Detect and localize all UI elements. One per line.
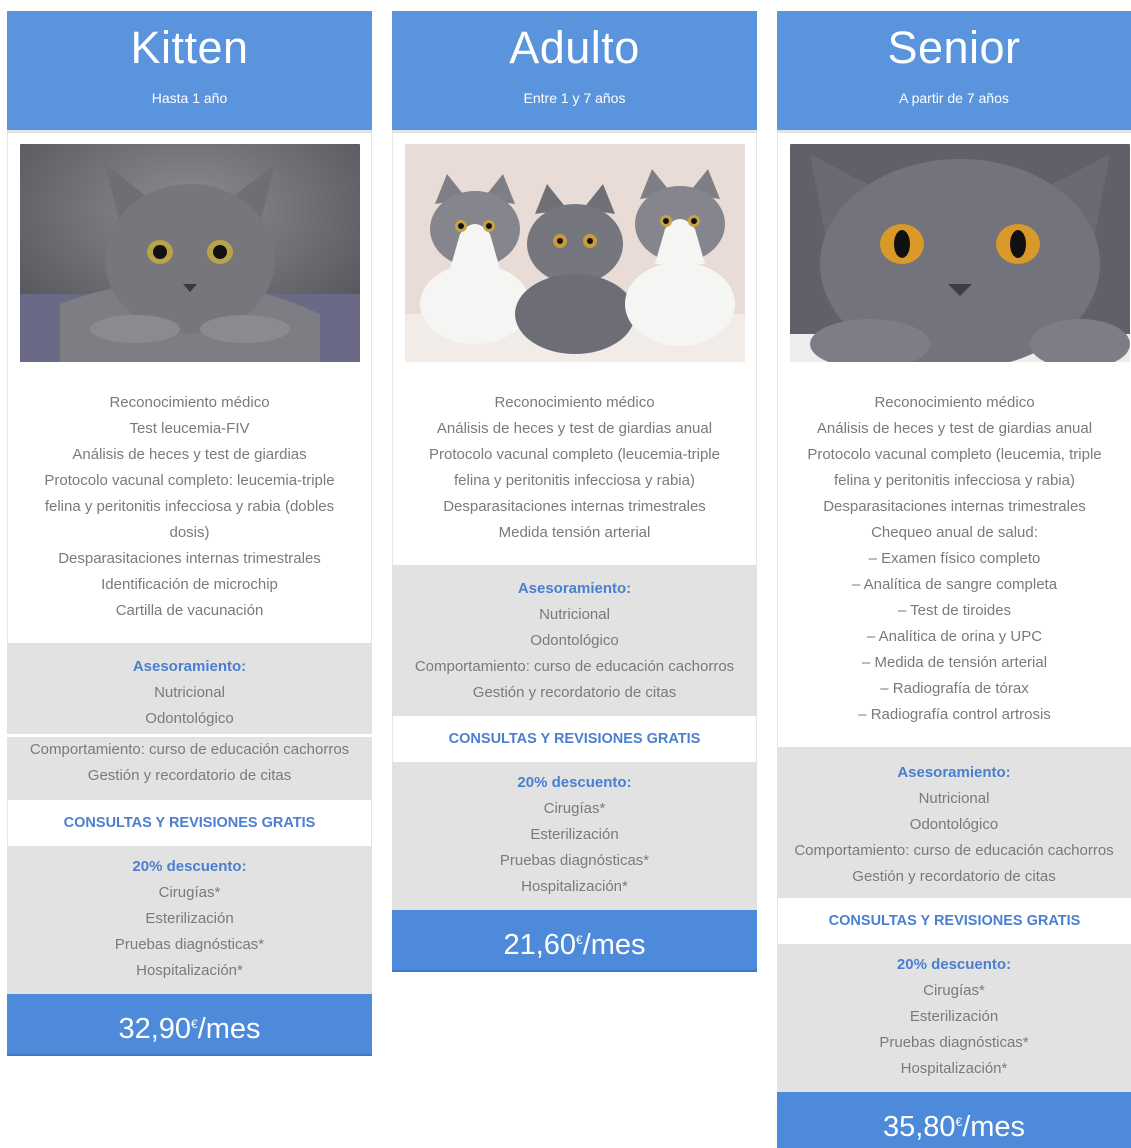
plan-card-kitten: Kitten Hasta 1 año Reconocimiento médico…	[7, 11, 372, 1056]
discount-section: 20% descuento: Cirugías* Esterilización …	[777, 944, 1131, 1092]
feature-item: Desparasitaciones internas trimestrales	[443, 498, 706, 515]
currency-symbol: €	[191, 1017, 198, 1031]
discount-item: Pruebas diagnósticas*	[879, 1034, 1029, 1051]
feature-list: Reconocimiento médico Test leucemia-FIV …	[7, 365, 372, 643]
advice-item: Comportamiento: curso de educación cacho…	[7, 734, 372, 763]
feature-item: – Examen físico completo	[868, 550, 1041, 567]
discount-item: Esterilización	[145, 910, 234, 927]
discount-title: 20% descuento:	[517, 774, 632, 791]
advice-section: Asesoramiento: Nutricional Odontológico …	[777, 747, 1131, 898]
feature-item: – Radiografía control artrosis	[858, 706, 1051, 723]
feature-item: Chequeo anual de salud:	[871, 524, 1038, 541]
plan-header: Kitten Hasta 1 año	[7, 11, 372, 133]
price-button[interactable]: 32,90€/mes	[7, 994, 372, 1056]
advice-item: Odontológico	[145, 710, 234, 727]
feature-item: Análisis de heces y test de giardias	[72, 446, 307, 463]
discount-item: Cirugías*	[158, 884, 221, 901]
plan-header: Adulto Entre 1 y 7 años	[392, 11, 757, 133]
advice-section: Asesoramiento: Nutricional Odontológico …	[7, 643, 372, 800]
discount-title: 20% descuento:	[896, 956, 1012, 973]
feature-item: Medida tensión arterial	[498, 524, 651, 541]
discount-item: Hospitalización*	[521, 878, 628, 895]
price-period: /mes	[962, 1111, 1026, 1143]
discount-item: Cirugías*	[923, 982, 985, 999]
discount-section: 20% descuento: Cirugías* Esterilización …	[392, 762, 757, 910]
plan-title: Adulto	[509, 22, 640, 73]
price-period: /mes	[582, 929, 646, 961]
price-value: 32,90	[118, 1013, 192, 1045]
currency-symbol: €	[576, 933, 583, 947]
discount-item: Hospitalización*	[900, 1060, 1008, 1077]
advice-title: Asesoramiento:	[517, 580, 632, 597]
plan-card-senior: Senior A partir de 7 años Reconocimiento…	[777, 11, 1131, 1148]
free-consultations-label: CONSULTAS Y REVISIONES GRATIS	[392, 716, 757, 762]
feature-item: Cartilla de vacunación	[115, 602, 264, 619]
advice-item: Comportamiento: curso de educación cacho…	[414, 658, 735, 675]
discount-item: Pruebas diagnósticas*	[114, 936, 265, 953]
feature-list: Reconocimiento médico Análisis de heces …	[392, 365, 757, 565]
price-button[interactable]: 21,60€/mes	[392, 910, 757, 972]
feature-item: – Medida de tensión arterial	[861, 654, 1048, 671]
price-value: 21,60	[503, 929, 577, 961]
feature-item: – Radiografía de tórax	[880, 680, 1029, 697]
feature-item: – Test de tiroides	[897, 602, 1012, 619]
plan-title: Kitten	[130, 22, 249, 73]
discount-item: Hospitalización*	[136, 962, 243, 979]
price-value: 35,80	[882, 1111, 956, 1143]
feature-item: – Analítica de sangre completa	[851, 576, 1058, 593]
photo-frame	[777, 133, 1131, 365]
discount-section: 20% descuento: Cirugías* Esterilización …	[7, 846, 372, 994]
free-consultations-label: CONSULTAS Y REVISIONES GRATIS	[777, 898, 1131, 944]
discount-title: 20% descuento:	[132, 858, 247, 875]
plan-title: Senior	[887, 22, 1021, 73]
adult-cats-photo	[405, 144, 745, 362]
advice-item: Nutricional	[539, 606, 610, 623]
free-consultations-label: CONSULTAS Y REVISIONES GRATIS	[7, 800, 372, 846]
plan-header: Senior A partir de 7 años	[777, 11, 1131, 133]
discount-item: Esterilización	[530, 826, 619, 843]
advice-title: Asesoramiento:	[132, 658, 247, 675]
photo-frame	[392, 133, 757, 365]
feature-item: Desparasitaciones internas trimestrales	[58, 550, 321, 567]
plan-card-adulto: Adulto Entre 1 y 7 años Reconocimiento m…	[392, 11, 757, 972]
discount-item: Pruebas diagnósticas*	[499, 852, 650, 869]
feature-item: Reconocimiento médico	[109, 394, 270, 411]
plan-age-range: A partir de 7 años	[899, 90, 1009, 106]
advice-item: Odontológico	[530, 632, 619, 649]
feature-item: Protocolo vacunal completo (leucemia-tri…	[429, 446, 720, 489]
advice-section: Asesoramiento: Nutricional Odontológico …	[392, 565, 757, 716]
feature-item: Protocolo vacunal completo (leucemia, tr…	[807, 446, 1102, 489]
price-period: /mes	[197, 1013, 261, 1045]
plan-age-range: Entre 1 y 7 años	[523, 90, 626, 106]
plan-age-range: Hasta 1 año	[151, 90, 228, 106]
advice-item: Gestión y recordatorio de citas	[87, 767, 292, 784]
kitten-photo	[20, 144, 360, 362]
senior-cat-photo	[790, 144, 1130, 362]
advice-item: Gestión y recordatorio de citas	[852, 868, 1056, 885]
feature-item: Reconocimiento médico	[874, 394, 1035, 411]
discount-item: Cirugías*	[543, 800, 606, 817]
advice-item: Gestión y recordatorio de citas	[472, 684, 677, 701]
feature-item: Desparasitaciones internas trimestrales	[823, 498, 1086, 515]
advice-title: Asesoramiento:	[897, 764, 1011, 781]
advice-item: Odontológico	[909, 816, 999, 833]
feature-item: Análisis de heces y test de giardias anu…	[436, 420, 713, 437]
feature-item: – Analítica de orina y UPC	[866, 628, 1043, 645]
price-button[interactable]: 35,80€/mes	[777, 1092, 1131, 1148]
feature-list: Reconocimiento médico Análisis de heces …	[777, 365, 1131, 747]
feature-item: Test leucemia-FIV	[129, 420, 250, 437]
feature-item: Protocolo vacunal completo: leucemia-tri…	[44, 472, 335, 541]
advice-item: Comportamiento: curso de educación cacho…	[794, 842, 1114, 859]
discount-item: Esterilización	[909, 1008, 999, 1025]
feature-item: Identificación de microchip	[101, 576, 278, 593]
photo-frame	[7, 133, 372, 365]
feature-item: Análisis de heces y test de giardias anu…	[816, 420, 1093, 437]
advice-item: Nutricional	[918, 790, 990, 807]
feature-item: Reconocimiento médico	[494, 394, 655, 411]
advice-item: Nutricional	[154, 684, 225, 701]
